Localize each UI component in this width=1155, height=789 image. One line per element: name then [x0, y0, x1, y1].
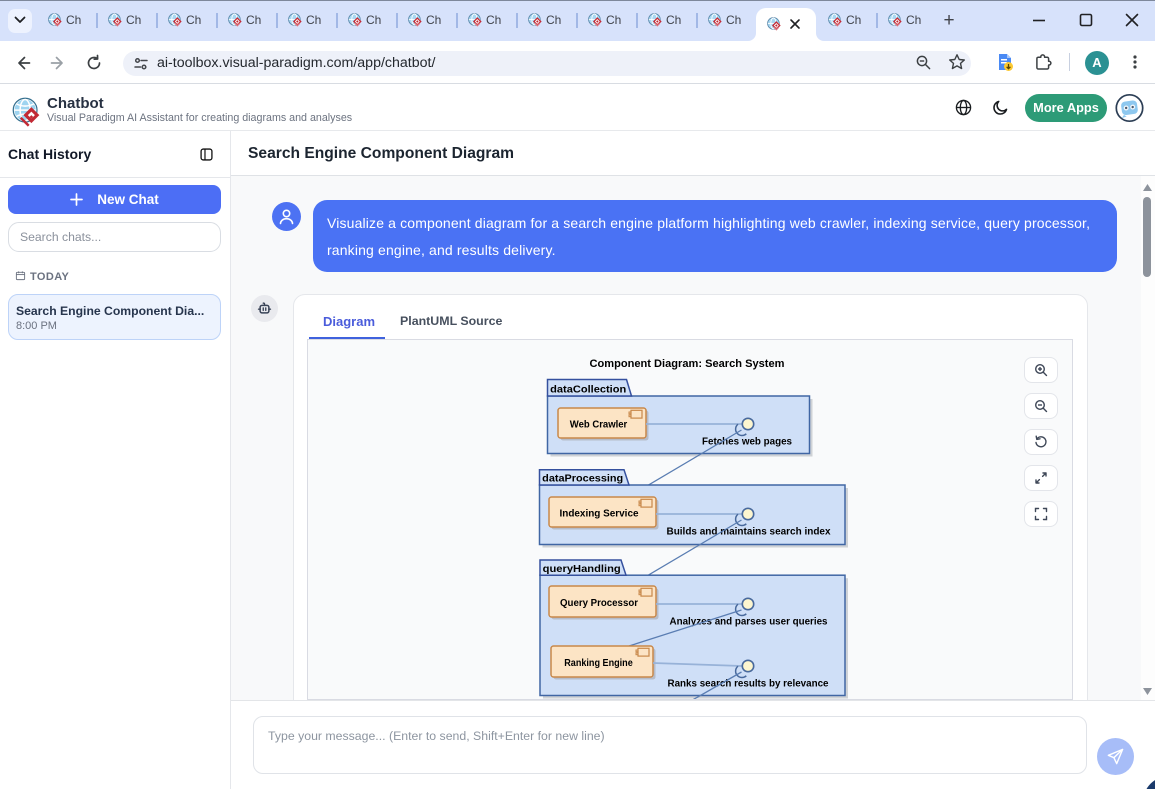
svg-text:dataProcessing: dataProcessing [542, 474, 623, 485]
svg-text:Ranking Engine: Ranking Engine [564, 658, 633, 669]
svg-text:queryHandling: queryHandling [543, 564, 621, 575]
svg-text:Web Crawler: Web Crawler [570, 420, 628, 431]
svg-text:Indexing Service: Indexing Service [560, 509, 640, 520]
svg-text:Query Processor: Query Processor [560, 598, 638, 609]
svg-text:dataCollection: dataCollection [550, 385, 626, 396]
svg-text:Builds and maintains search in: Builds and maintains search index [667, 527, 832, 538]
svg-text:Ranks search results by releva: Ranks search results by relevance [668, 679, 830, 690]
svg-text:Component Diagram: Search Syst: Component Diagram: Search System [590, 358, 785, 370]
